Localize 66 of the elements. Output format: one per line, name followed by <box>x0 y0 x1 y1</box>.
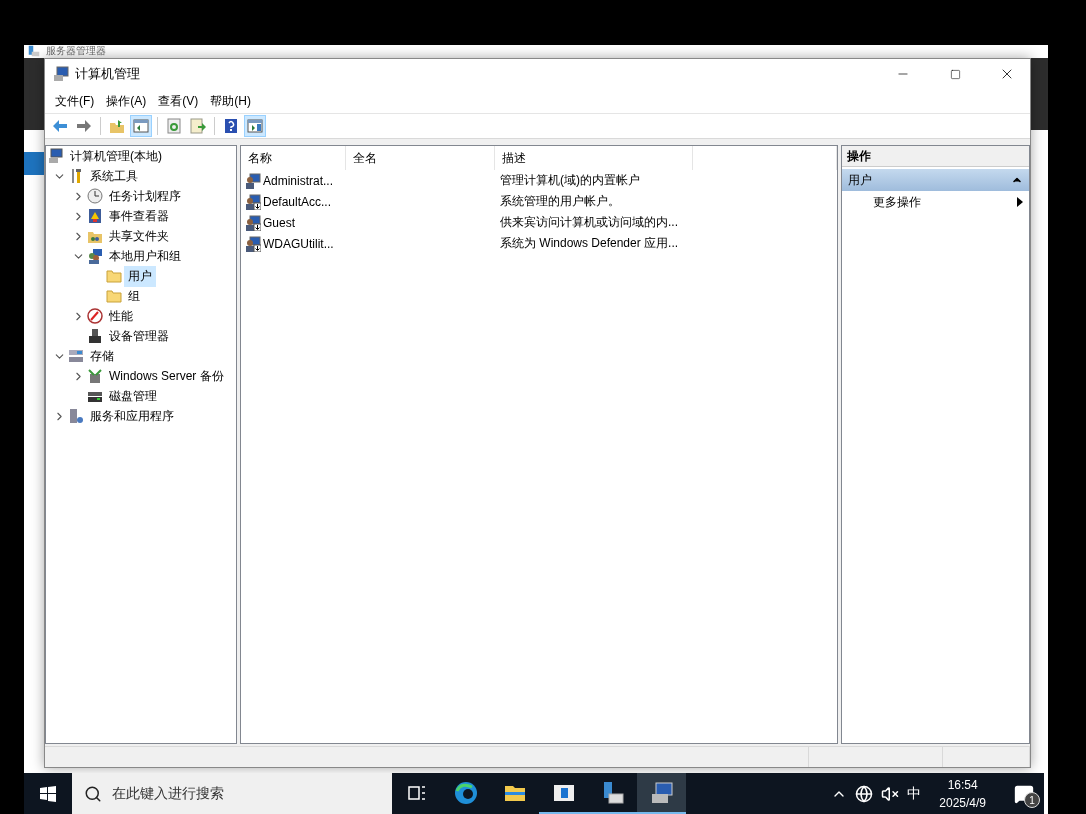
tree-item[interactable]: 磁盘管理 <box>105 385 161 407</box>
tree-item[interactable]: 设备管理器 <box>105 325 173 347</box>
menu-item[interactable]: 帮助(H) <box>204 92 257 110</box>
left-arrow-icon <box>52 118 68 134</box>
panel-icon <box>133 118 149 134</box>
tree-item[interactable]: 系统工具 <box>86 165 142 187</box>
computer-icon <box>53 66 69 82</box>
computer-icon <box>48 148 64 164</box>
user-description: 系统管理的用户帐户。 <box>500 193 620 210</box>
windows-icon <box>40 785 56 802</box>
folder-up-icon <box>109 118 125 134</box>
tree-item[interactable]: 服务和应用程序 <box>86 405 178 427</box>
folder-icon <box>106 268 122 284</box>
action-pane-toggle[interactable] <box>244 115 266 137</box>
search-icon <box>84 784 102 803</box>
submenu-arrow-icon <box>1017 197 1023 207</box>
menu-item[interactable]: 文件(F) <box>49 92 101 110</box>
server-toolbox-icon <box>28 45 40 57</box>
device-icon <box>87 328 103 344</box>
window-title: 服务器管理器 <box>46 45 106 57</box>
actions-section-header[interactable]: 用户 <box>842 169 1029 191</box>
user-description: 系统为 Windows Defender 应用... <box>500 235 679 252</box>
folder-icon <box>106 288 122 304</box>
tree-item[interactable]: 计算机管理(本地) <box>66 146 166 167</box>
menu-item[interactable]: 查看(V) <box>152 92 205 110</box>
column-header[interactable]: 描述 <box>495 146 693 170</box>
right-arrow-icon <box>76 118 92 134</box>
tree-item[interactable]: 用户 <box>124 265 156 287</box>
action-item[interactable]: 更多操作 <box>842 191 1029 213</box>
clock[interactable]: 16:54 2025/4/9 <box>929 775 996 812</box>
column-header[interactable]: 全名 <box>345 146 496 170</box>
tree-item[interactable]: 任务计划程序 <box>105 185 185 207</box>
user-description: 供来宾访问计算机或访问域的内... <box>500 214 678 231</box>
input-method[interactable]: 中 <box>907 784 922 803</box>
console-tree-toggle[interactable] <box>130 115 152 137</box>
tree-item[interactable]: 事件查看器 <box>105 205 173 227</box>
menu-item[interactable]: 操作(A) <box>100 92 153 110</box>
notification-count: 1 <box>1024 792 1040 808</box>
tree-item[interactable]: 存储 <box>86 345 118 367</box>
user-description: 管理计算机(域)的内置帐户 <box>500 172 640 189</box>
event-log-icon <box>87 208 103 224</box>
user-name[interactable]: Administrat... <box>263 173 334 188</box>
tree-item[interactable]: 共享文件夹 <box>105 225 173 247</box>
column-header[interactable]: 名称 <box>241 146 346 170</box>
tree-item[interactable]: 组 <box>124 285 144 307</box>
search-box[interactable]: 在此键入进行搜索 <box>72 773 392 814</box>
network-icon[interactable] <box>855 784 874 803</box>
actions-title: 操作 <box>842 146 1029 167</box>
export-icon <box>190 118 206 134</box>
taskbar-app[interactable] <box>637 773 686 814</box>
maximize-icon <box>949 68 961 80</box>
computer-icon <box>649 780 674 805</box>
help-icon <box>223 118 239 134</box>
export-list-button[interactable] <box>187 115 209 137</box>
panel-icon <box>247 118 263 134</box>
notification-button[interactable]: 1 <box>1004 773 1044 814</box>
users-icon <box>87 248 103 264</box>
browser-icon <box>453 780 478 805</box>
tree-item[interactable]: 性能 <box>105 305 137 327</box>
clock-icon <box>87 188 103 204</box>
tree-item[interactable]: Windows Server 备份 <box>105 365 228 387</box>
window-title: 计算机管理 <box>75 65 141 83</box>
storage-icon <box>68 348 84 364</box>
refresh-icon <box>166 118 182 134</box>
tree-item[interactable]: 本地用户和组 <box>105 245 185 267</box>
volume-muted-icon[interactable] <box>881 784 900 803</box>
